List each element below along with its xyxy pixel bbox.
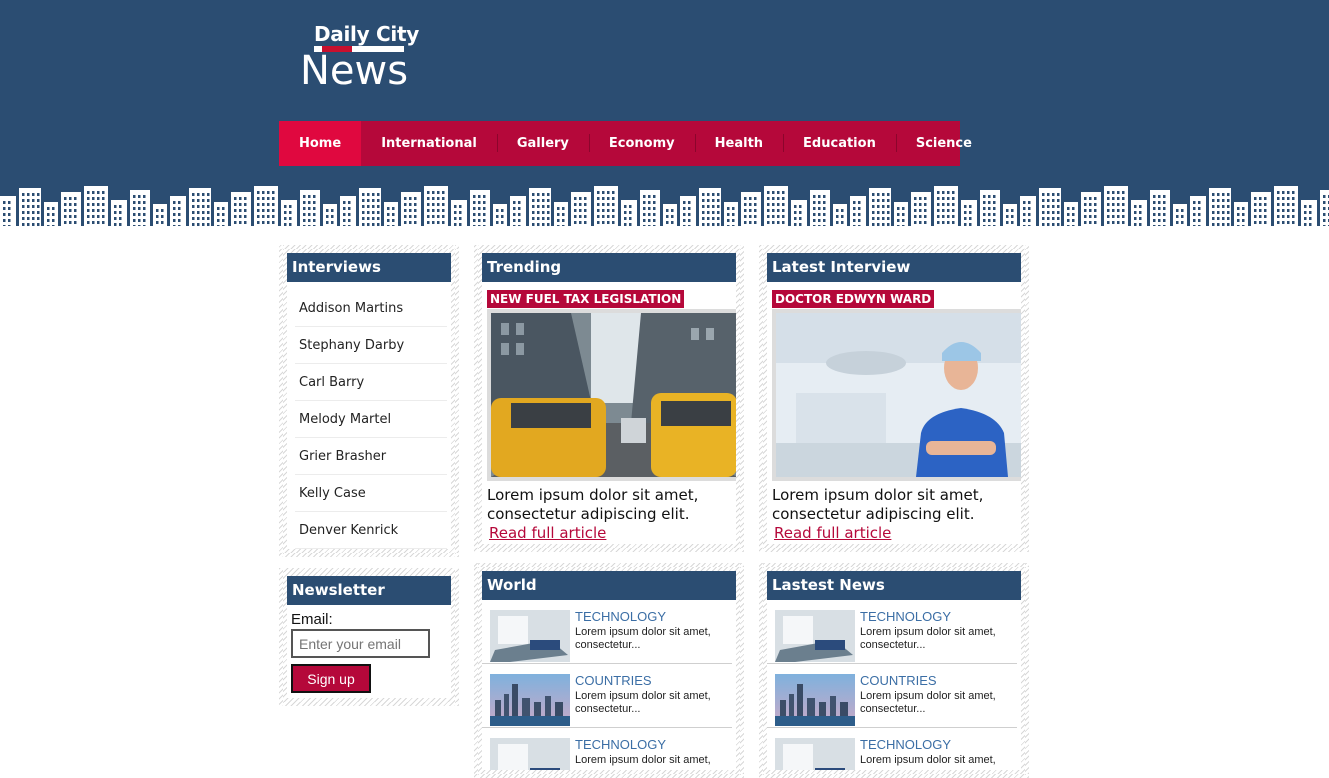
logo-main-text: News (300, 48, 409, 94)
laptop-thumbnail (490, 738, 570, 770)
nav-item-health[interactable]: Health (694, 121, 783, 166)
latest-news-panel: Lastest News TECHNOLOGY Lorem ipsum dolo… (759, 563, 1029, 778)
interview-link[interactable]: Addison Martins (295, 290, 447, 327)
taxi-street-image (491, 313, 736, 477)
item-description: Lorem ipsum dolor sit amet, (575, 754, 711, 766)
item-description: Lorem ipsum dolor sit amet, consectetur.… (575, 690, 711, 715)
interviews-list: Addison Martins Stephany Darby Carl Barr… (287, 282, 451, 549)
interviews-title: Interviews (287, 253, 451, 282)
city-skyline-decoration (0, 186, 1329, 230)
interview-link[interactable]: Carl Barry (295, 364, 447, 401)
site-logo[interactable]: Daily City News (300, 22, 420, 94)
email-label: Email: (291, 611, 333, 628)
nav-item-economy[interactable]: Economy (588, 121, 695, 166)
world-title: World (482, 571, 736, 600)
list-item[interactable]: TECHNOLOGY Lorem ipsum dolor sit amet, (482, 728, 732, 770)
item-category[interactable]: TECHNOLOGY (575, 610, 732, 624)
logo-top-text: Daily City (314, 22, 419, 46)
latest-interview-panel: Latest Interview DOCTOR EDWYN WARD Lorem… (759, 245, 1029, 552)
item-description: Lorem ipsum dolor sit amet, consectetur.… (860, 626, 996, 651)
sign-up-button[interactable]: Sign up (291, 664, 371, 693)
email-field[interactable] (291, 629, 430, 658)
laptop-thumbnail (490, 610, 570, 662)
main-nav: Home International Gallery Economy Healt… (279, 121, 972, 166)
nav-item-education[interactable]: Education (783, 121, 896, 166)
trending-summary: Lorem ipsum dolor sit amet, consectetur … (487, 486, 699, 523)
list-item[interactable]: TECHNOLOGY Lorem ipsum dolor sit amet, c… (482, 600, 732, 664)
item-description: Lorem ipsum dolor sit amet, (860, 754, 996, 766)
laptop-thumbnail (775, 610, 855, 662)
interview-link[interactable]: Kelly Case (295, 475, 447, 512)
interview-link[interactable]: Denver Kenrick (295, 512, 447, 549)
latest-interview-title: Latest Interview (767, 253, 1021, 282)
item-category[interactable]: COUNTRIES (860, 674, 1017, 688)
interview-link[interactable]: Grier Brasher (295, 438, 447, 475)
newsletter-title: Newsletter (287, 576, 451, 605)
list-item[interactable]: COUNTRIES Lorem ipsum dolor sit amet, co… (482, 664, 732, 728)
item-category[interactable]: TECHNOLOGY (575, 738, 711, 752)
trending-read-more-link[interactable]: Read full article (489, 524, 736, 542)
world-panel: World TECHNOLOGY Lorem ipsum dolor sit a… (474, 563, 744, 778)
item-category[interactable]: COUNTRIES (575, 674, 732, 688)
city-thumbnail (490, 674, 570, 726)
interview-link[interactable]: Melody Martel (295, 401, 447, 438)
latest-interview-photo[interactable] (772, 309, 1021, 481)
doctor-image (776, 313, 1021, 477)
nav-item-gallery[interactable]: Gallery (496, 121, 589, 166)
laptop-thumbnail (775, 738, 855, 770)
latest-interview-tag[interactable]: DOCTOR EDWYN WARD (772, 290, 935, 308)
item-description: Lorem ipsum dolor sit amet, consectetur.… (575, 626, 711, 651)
item-category[interactable]: TECHNOLOGY (860, 610, 1017, 624)
trending-title: Trending (482, 253, 736, 282)
latest-news-title: Lastest News (767, 571, 1021, 600)
latest-interview-summary: Lorem ipsum dolor sit amet, consectetur … (772, 486, 984, 523)
latest-interview-read-more-link[interactable]: Read full article (774, 524, 1021, 542)
list-item[interactable]: COUNTRIES Lorem ipsum dolor sit amet, co… (767, 664, 1017, 728)
interviews-panel: Interviews Addison Martins Stephany Darb… (279, 245, 459, 557)
list-item[interactable]: TECHNOLOGY Lorem ipsum dolor sit amet, (767, 728, 1017, 770)
site-header: Daily City News Home International Galle… (0, 0, 1329, 230)
interview-link[interactable]: Stephany Darby (295, 327, 447, 364)
trending-tag[interactable]: NEW FUEL TAX LEGISLATION (487, 290, 685, 308)
city-thumbnail (775, 674, 855, 726)
item-category[interactable]: TECHNOLOGY (860, 738, 996, 752)
newsletter-panel: Newsletter Email: Sign up (279, 568, 459, 706)
nav-item-international[interactable]: International (361, 121, 497, 166)
nav-item-home[interactable]: Home (279, 121, 362, 166)
trending-photo[interactable] (487, 309, 736, 481)
list-item[interactable]: TECHNOLOGY Lorem ipsum dolor sit amet, c… (767, 600, 1017, 664)
trending-panel: Trending NEW FUEL TAX LEGISLATION Lorem … (474, 245, 744, 552)
item-description: Lorem ipsum dolor sit amet, consectetur.… (860, 690, 996, 715)
nav-item-science[interactable]: Science (895, 121, 992, 166)
